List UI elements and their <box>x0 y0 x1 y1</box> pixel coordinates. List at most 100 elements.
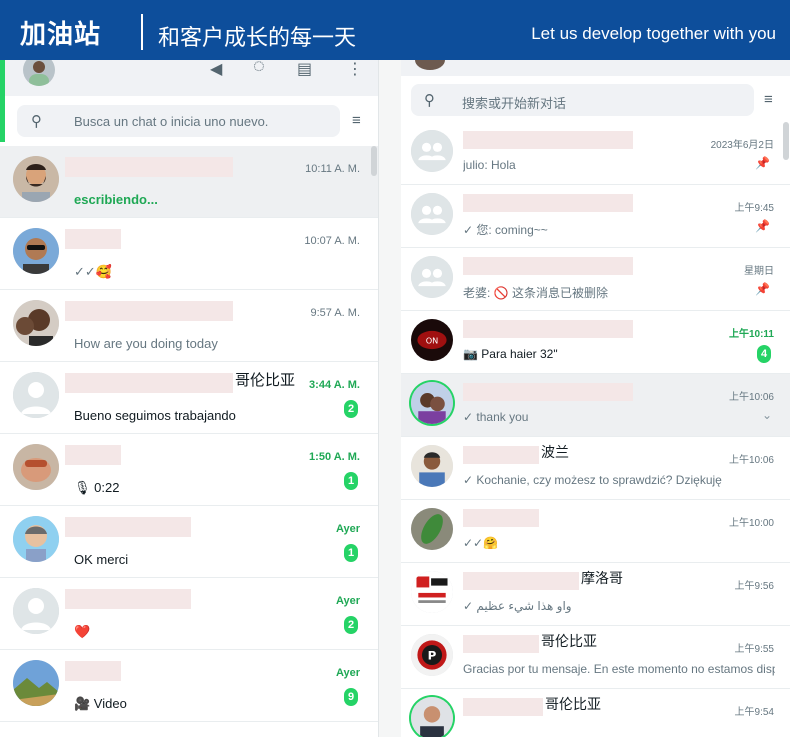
avatar[interactable] <box>13 300 59 346</box>
avatar[interactable] <box>411 571 453 613</box>
contact-name-redacted <box>463 446 539 464</box>
avatar[interactable]: ON <box>411 319 453 361</box>
unread-badge: 9 <box>344 688 358 706</box>
contact-name-redacted <box>463 383 633 401</box>
chat-row[interactable]: 1:50 A. M. 🎙 0:22 1 <box>0 434 378 506</box>
chat-row[interactable]: Ayer 🎥 Video 9 <box>0 650 378 722</box>
banner-subtitle: 和客户成长的每一天 <box>158 25 357 50</box>
new-chat-icon[interactable]: ▤ <box>297 62 312 78</box>
chat-row[interactable]: 10:11 A. M. escribiendo... <box>0 146 378 218</box>
message-time: 10:07 A. M. <box>304 235 360 247</box>
pin-icon: 📌 <box>755 282 770 296</box>
avatar[interactable] <box>411 382 453 424</box>
contact-name: 摩洛哥 <box>581 570 623 586</box>
last-message: escribiendo... <box>74 192 158 207</box>
chat-row[interactable]: Ayer OK merci 1 <box>0 506 378 578</box>
message-time: Ayer <box>335 595 360 607</box>
left-chat-list: 10:11 A. M. escribiendo... 10:07 A. M. ✓✓🥰 9… <box>0 146 378 722</box>
last-message: ✓ Kochanie, czy możesz to sprawdzić? Dzi… <box>463 473 722 487</box>
chat-row[interactable]: Ayer ❤️ 2 <box>0 578 378 650</box>
search-box-right[interactable]: ⚲ 搜索或开始新对话 <box>411 84 754 116</box>
right-scrollbar[interactable] <box>783 122 789 160</box>
left-scrollbar[interactable] <box>371 146 377 176</box>
chat-row[interactable]: 10:07 A. M. ✓✓🥰 <box>0 218 378 290</box>
search-input[interactable]: Busca un chat o inicia uno nuevo. <box>74 114 268 129</box>
message-time: Ayer <box>335 523 360 535</box>
contact-name-redacted <box>65 373 233 393</box>
last-message: ✓✓🤗 <box>463 536 499 550</box>
filter-icon[interactable]: ≡ <box>764 91 773 108</box>
contact-name-redacted <box>65 301 233 321</box>
contact-name: 哥伦比亚 <box>235 372 296 389</box>
message-time: 3:44 A. M. <box>309 379 360 391</box>
chat-row[interactable]: 上午10:06 ✓ thank you ⌄ <box>401 374 790 437</box>
unread-badge: 1 <box>344 544 358 562</box>
last-message: OK merci <box>74 552 129 567</box>
contact-name-redacted <box>65 157 233 177</box>
search-box[interactable]: ⚲ Busca un chat o inicia uno nuevo. <box>17 105 340 137</box>
svg-text:P: P <box>428 649 437 663</box>
status-icon[interactable]: ◌ <box>253 60 265 76</box>
contact-name-redacted <box>65 229 121 249</box>
avatar[interactable] <box>411 445 453 487</box>
message-time: 上午10:11 <box>728 329 774 340</box>
message-time: 星期日 <box>744 266 774 277</box>
chevron-down-icon[interactable]: ⌄ <box>762 408 772 422</box>
chat-row[interactable]: ON 上午10:11 📷 Para haier 32" 4 <box>401 311 790 374</box>
filter-icon[interactable]: ≡ <box>352 112 361 129</box>
avatar[interactable] <box>13 516 59 562</box>
right-top-strip <box>401 60 790 76</box>
last-message: ❤️ <box>74 624 91 639</box>
unread-badge: 2 <box>344 616 358 634</box>
contact-name: 哥伦比亚 <box>545 696 601 712</box>
avatar[interactable] <box>13 156 59 202</box>
avatar[interactable] <box>13 228 59 274</box>
chat-row[interactable]: 哥伦比亚上午9:54 <box>401 689 790 737</box>
avatar[interactable] <box>411 130 453 172</box>
avatar[interactable] <box>411 508 453 550</box>
last-message: How are you doing today <box>74 336 218 351</box>
communities-icon[interactable]: ◀︎ <box>210 62 222 78</box>
chat-row[interactable]: 9:57 A. M. How are you doing today <box>0 290 378 362</box>
contact-name-redacted <box>65 589 191 609</box>
left-accent-bar <box>0 96 5 142</box>
chat-row[interactable]: 上午9:45 ✓ 您: coming~~ 📌 <box>401 185 790 248</box>
avatar[interactable] <box>13 444 59 490</box>
message-time: 上午10:06 <box>728 455 774 466</box>
avatar[interactable] <box>13 660 59 706</box>
unread-badge: 4 <box>757 345 771 363</box>
message-time: 10:11 A. M. <box>305 163 360 175</box>
chat-row[interactable]: 波兰 上午10:06 ✓ Kochanie, czy możesz to spraw… <box>401 437 790 500</box>
contact-name-redacted <box>463 194 633 212</box>
unread-badge: 2 <box>344 400 358 418</box>
last-message: 📷 Para haier 32" <box>463 347 558 361</box>
menu-icon[interactable]: ⋮ <box>347 62 363 78</box>
last-message: 老婆: 🚫 这条消息已被删除 <box>463 286 608 300</box>
right-chat-list: 2023年6月2日 julio: Hola 📌 上午9:45 ✓ 您: coming~~… <box>401 122 790 737</box>
chat-row[interactable]: 星期日老婆: 🚫 这条消息已被删除 📌 <box>401 248 790 311</box>
message-time: 2023年6月2日 <box>710 140 774 151</box>
message-time: 上午9:54 <box>734 707 774 718</box>
chat-row[interactable]: 上午10:00 ✓✓🤗 <box>401 500 790 563</box>
unread-badge: 1 <box>344 472 358 490</box>
chat-row[interactable]: 2023年6月2日 julio: Hola 📌 <box>401 122 790 185</box>
contact-name-redacted <box>463 509 539 527</box>
profile-avatar[interactable] <box>23 60 55 86</box>
avatar[interactable] <box>411 193 453 235</box>
message-time: 上午10:00 <box>728 518 774 529</box>
avatar[interactable] <box>411 256 453 298</box>
message-time: 上午9:55 <box>734 644 774 655</box>
contact-name-redacted <box>463 635 539 653</box>
avatar[interactable] <box>411 697 453 737</box>
search-input-right[interactable]: 搜索或开始新对话 <box>462 93 566 112</box>
avatar[interactable]: P <box>411 634 453 676</box>
last-message: Bueno seguimos trabajando <box>74 408 236 423</box>
last-message: julio: Hola <box>463 158 516 172</box>
avatar[interactable] <box>13 588 59 634</box>
message-time: 1:50 A. M. <box>309 451 360 463</box>
last-message: ✓ واو هذا شيء عظيم <box>463 599 572 613</box>
chat-row[interactable]: 摩洛哥 上午9:56 ✓ واو هذا شيء عظيم <box>401 563 790 626</box>
chat-row[interactable]: P 哥伦比亚 上午9:55 Gracias por tu mensaje. En es… <box>401 626 790 689</box>
avatar[interactable] <box>13 372 59 418</box>
chat-row[interactable]: 哥伦比亚 3:44 A. M. Bueno seguimos trabajando 2 <box>0 362 378 434</box>
